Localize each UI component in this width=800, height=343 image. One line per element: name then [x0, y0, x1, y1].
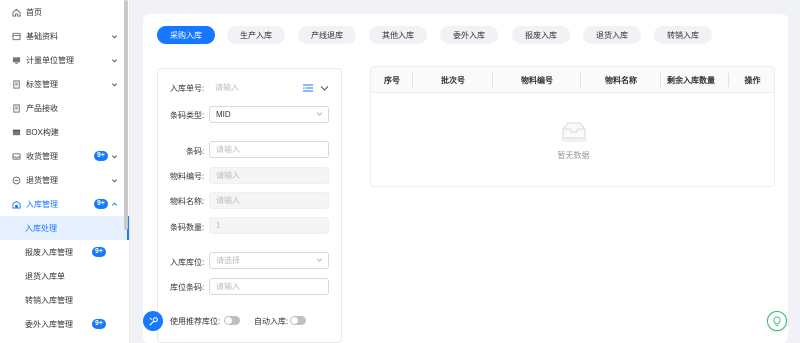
- tab-production-inbound[interactable]: 生产入库: [227, 26, 285, 44]
- empty-text: 暂无数据: [557, 151, 590, 160]
- document-icon: [11, 103, 21, 113]
- tab-outsourced-inbound[interactable]: 委外入库: [440, 26, 498, 44]
- barcode-input[interactable]: 请输入: [209, 141, 329, 158]
- lightbulb-icon: [772, 315, 782, 327]
- sidebar-item-label: BOX构建: [26, 127, 59, 137]
- material-no-input: 请输入: [209, 167, 329, 184]
- tab-transfer-inbound[interactable]: 转销入库: [654, 26, 712, 44]
- document-icon: [11, 79, 21, 89]
- wrench-icon: [148, 316, 159, 327]
- material-name-input: 请输入: [209, 192, 329, 209]
- sidebar-item-basic-data[interactable]: 基础资料: [0, 24, 126, 48]
- help-button[interactable]: [767, 311, 787, 331]
- column-header: 操作: [744, 75, 761, 85]
- notification-badge: 9+: [94, 151, 108, 161]
- sidebar-item-home[interactable]: 首页: [0, 0, 126, 24]
- column-header: 批次号: [413, 67, 493, 93]
- chevron-down-icon: [110, 152, 118, 160]
- barcode-type-value: MID: [216, 110, 231, 119]
- chevron-up-icon: [110, 200, 118, 208]
- tab-purchase-inbound[interactable]: 采购入库: [157, 26, 215, 44]
- location-barcode-label: 库位条码:: [170, 283, 205, 292]
- box-icon: [11, 127, 21, 137]
- sidebar-subitem-warehousing-processing[interactable]: 入库处理: [0, 216, 129, 240]
- chevron-down-icon: [110, 32, 118, 40]
- sidebar-item-label: 入库处理: [25, 223, 57, 233]
- table-header: 序号 批次号 物料编号 物料名称 剩余入库数量 操作: [371, 67, 774, 93]
- material-name-label: 物料名称:: [170, 197, 205, 206]
- auto-inbound-label: 自动入库:: [254, 317, 289, 326]
- sidebar-subitem-return-warehousing[interactable]: 退货入库单: [0, 264, 126, 288]
- sidebar-subitem-outsourced-warehousing[interactable]: 委外入库管理 9+: [0, 312, 126, 336]
- tab-line-return[interactable]: 产线退库: [298, 26, 356, 44]
- material-no-label: 物料编号:: [170, 172, 205, 181]
- warehouse-icon: [11, 199, 21, 209]
- sidebar-subitem-transfer-warehousing[interactable]: 转销入库管理: [0, 288, 126, 312]
- chevron-down-icon: [316, 111, 323, 119]
- barcode-qty-label: 条码数量:: [170, 223, 205, 232]
- barcode-label: 条码:: [186, 147, 205, 156]
- database-icon: [11, 31, 21, 41]
- empty-box-icon: [559, 119, 589, 143]
- sidebar-subitem-scrap-warehousing[interactable]: 报废入库管理 9+: [0, 240, 126, 264]
- sidebar-item-product-receiving[interactable]: 产品接收: [0, 96, 126, 120]
- sidebar-item-label: 退货入库单: [25, 271, 65, 281]
- sidebar-item-warehousing-management[interactable]: 入库管理 9+: [0, 192, 126, 216]
- auto-inbound-toggle[interactable]: [290, 316, 306, 325]
- return-icon: [11, 175, 21, 185]
- tab-other-inbound[interactable]: 其他入库: [369, 26, 427, 44]
- recommend-location-toggle[interactable]: [224, 316, 240, 325]
- sidebar-item-unit-management[interactable]: 计量单位管理: [0, 48, 126, 72]
- column-header: 剩余入库数量: [661, 67, 729, 93]
- column-header: 序号: [371, 67, 413, 93]
- sidebar-item-label: 转销入库管理: [25, 295, 73, 305]
- sidebar-item-label: 报废入库管理: [25, 247, 73, 257]
- sidebar-item-label: 产品接收: [26, 103, 58, 113]
- notification-badge: 9+: [92, 319, 106, 329]
- location-barcode-input[interactable]: 请输入: [209, 278, 329, 295]
- chevron-down-icon: [316, 257, 323, 265]
- column-header: 物料编号: [493, 67, 581, 93]
- location-select[interactable]: 请选择: [209, 252, 329, 269]
- location-placeholder: 请选择: [216, 256, 240, 265]
- sidebar-item-box-build[interactable]: BOX构建: [0, 120, 126, 144]
- sidebar-item-label: 委外入库管理: [25, 319, 73, 329]
- tab-return-inbound[interactable]: 退货入库: [583, 26, 641, 44]
- barcode-type-select[interactable]: MID: [209, 106, 329, 123]
- chevron-down-icon: [110, 56, 118, 64]
- list-icon[interactable]: [303, 84, 313, 92]
- barcode-type-label: 条码类型:: [170, 111, 205, 120]
- sidebar: 首页 基础资料 计量单位管理 标签管理 产品接收 BOX构建 收货管理 9+ 退…: [0, 0, 130, 343]
- sidebar-item-label-management[interactable]: 标签管理: [0, 72, 126, 96]
- chevron-down-icon: [110, 176, 118, 184]
- sidebar-item-receiving-management[interactable]: 收货管理 9+: [0, 144, 126, 168]
- location-label: 入库库位:: [170, 258, 205, 267]
- notification-badge: 9+: [94, 199, 108, 209]
- home-icon: [11, 7, 21, 17]
- tab-scrap-inbound[interactable]: 报废入库: [512, 26, 570, 44]
- sidebar-item-label: 首页: [26, 7, 42, 17]
- order-no-label: 入库单号:: [170, 84, 205, 93]
- monitor-icon: [11, 55, 21, 65]
- recommend-location-label: 使用推荐库位:: [170, 317, 221, 326]
- inbound-table: 序号 批次号 物料编号 物料名称 剩余入库数量 操作 暂无数据: [370, 66, 775, 187]
- notification-badge: 9+: [92, 247, 106, 257]
- chevron-down-icon[interactable]: [320, 84, 329, 92]
- sidebar-item-return-management[interactable]: 退货管理: [0, 168, 126, 192]
- barcode-qty-input: 1: [209, 217, 329, 234]
- chevron-down-icon: [110, 80, 118, 88]
- column-header: 物料名称: [581, 67, 661, 93]
- tools-button[interactable]: [143, 311, 163, 331]
- inbox-icon: [11, 151, 21, 161]
- sidebar-scrollbar[interactable]: [124, 0, 128, 230]
